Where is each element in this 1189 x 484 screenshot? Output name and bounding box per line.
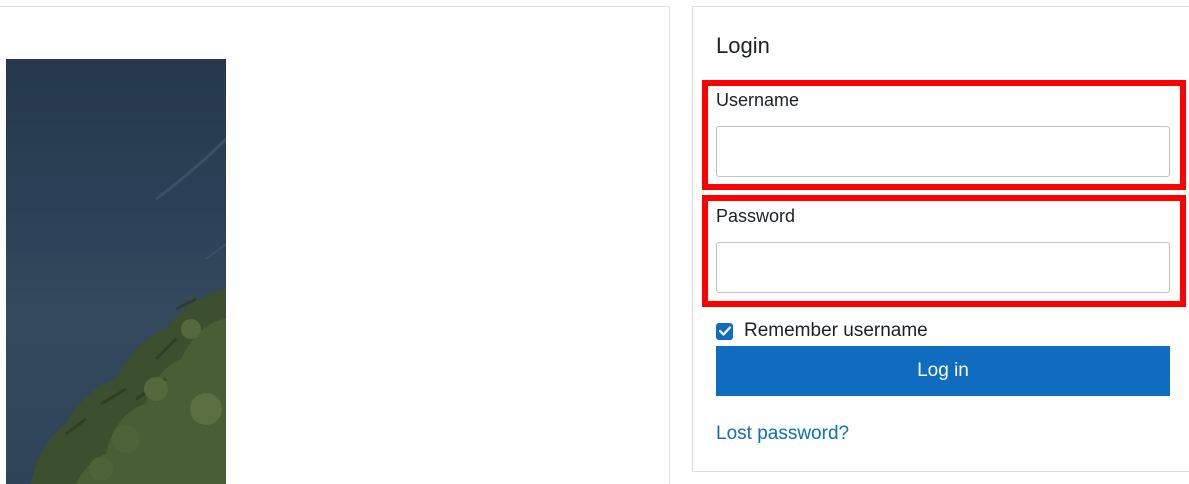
- remember-username-row[interactable]: Remember username: [716, 318, 928, 344]
- page: Login Username Password Remember usernam…: [0, 0, 1189, 484]
- hero-image: [6, 59, 226, 484]
- login-button[interactable]: Log in: [716, 346, 1170, 396]
- password-input[interactable]: [716, 242, 1170, 293]
- remember-username-checkbox[interactable]: [716, 322, 733, 340]
- lost-password-link[interactable]: Lost password?: [716, 423, 849, 445]
- login-card: [692, 6, 1189, 472]
- username-label: Username: [716, 90, 800, 110]
- checkmark-icon: [718, 326, 731, 336]
- login-title: Login: [716, 33, 770, 58]
- remember-username-label: Remember username: [744, 320, 928, 341]
- username-input[interactable]: [716, 126, 1170, 177]
- password-label: Password: [716, 206, 796, 226]
